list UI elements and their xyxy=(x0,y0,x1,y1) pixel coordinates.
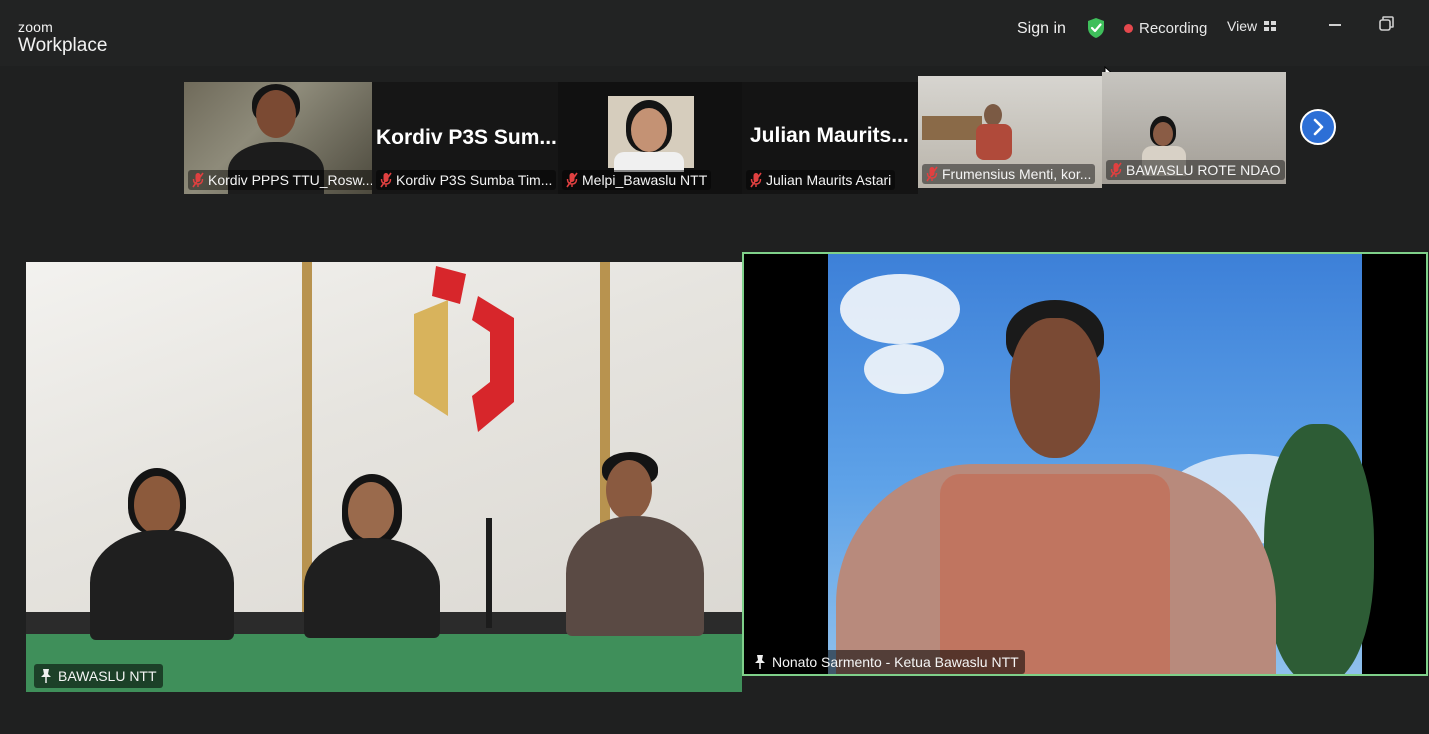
mic-muted-icon xyxy=(566,172,578,188)
participant-label: Frumensius Menti, kor... xyxy=(922,164,1096,184)
mic-muted-icon xyxy=(192,172,204,188)
bawaslu-logo xyxy=(414,266,514,432)
participant-label: Melpi_Bawaslu NTT xyxy=(562,170,712,190)
pin-icon xyxy=(41,669,51,683)
restore-icon[interactable] xyxy=(1378,14,1396,34)
participant-label: Julian Maurits Astari xyxy=(746,170,896,190)
tile-label-right: Nonato Sarmento - Ketua Bawaslu NTT xyxy=(748,650,1025,674)
recording-label: Recording xyxy=(1139,20,1208,37)
participant-thumbnail-strip: Kordiv PPPS TTU_Rosw... Kordiv P3S Sum..… xyxy=(184,72,1286,194)
participant-thumbnail[interactable]: BAWASLU ROTE NDAO xyxy=(1102,72,1286,184)
tile-name: Nonato Sarmento - Ketua Bawaslu NTT xyxy=(772,654,1019,670)
participant-thumbnail[interactable]: Melpi_Bawaslu NTT xyxy=(558,82,742,194)
chevron-right-icon xyxy=(1313,118,1324,136)
participant-label: Kordiv P3S Sumba Tim... xyxy=(376,170,557,190)
tile-name: BAWASLU NTT xyxy=(58,668,157,684)
mic-muted-icon xyxy=(380,172,392,188)
participant-thumbnail[interactable]: Kordiv PPPS TTU_Rosw... xyxy=(184,82,372,194)
participant-name-placeholder: Julian Maurits... xyxy=(750,124,909,147)
participant-label: Kordiv PPPS TTU_Rosw... xyxy=(188,170,372,190)
mic-muted-icon xyxy=(926,166,938,182)
title-bar xyxy=(0,0,1429,66)
shield-check-icon[interactable] xyxy=(1086,17,1106,39)
participant-name: Julian Maurits Astari xyxy=(766,172,892,188)
tile-label-left: BAWASLU NTT xyxy=(34,664,163,688)
mic-muted-icon xyxy=(1110,162,1122,178)
view-label: View xyxy=(1227,18,1258,34)
recording-indicator[interactable]: Recording xyxy=(1124,20,1207,37)
participant-name: Frumensius Menti, kor... xyxy=(942,166,1092,182)
participant-name: Kordiv P3S Sumba Tim... xyxy=(396,172,553,188)
brand-small: zoom xyxy=(18,19,54,35)
participant-name: BAWASLU ROTE NDAO xyxy=(1126,162,1281,178)
participant-label: BAWASLU ROTE NDAO xyxy=(1106,160,1285,180)
participant-thumbnail[interactable]: Julian Maurits... Julian Maurits Astari xyxy=(742,82,918,194)
grid-view-icon xyxy=(1264,21,1277,31)
recording-dot-icon xyxy=(1124,24,1133,33)
participant-thumbnail[interactable]: Kordiv P3S Sum... Kordiv P3S Sumba Tim..… xyxy=(372,82,558,194)
sign-in-button[interactable]: Sign in xyxy=(1017,20,1066,38)
next-page-button[interactable] xyxy=(1300,109,1336,145)
mic-muted-icon xyxy=(750,172,762,188)
view-button[interactable]: View xyxy=(1227,18,1277,34)
pin-icon xyxy=(755,655,765,669)
participant-thumbnail[interactable]: Frumensius Menti, kor... xyxy=(918,76,1102,188)
zoom-logo: zoom Workplace xyxy=(18,20,107,55)
participant-name: Kordiv PPPS TTU_Rosw... xyxy=(208,172,372,188)
video-tile-active-speaker[interactable]: Nonato Sarmento - Ketua Bawaslu NTT xyxy=(742,252,1428,676)
participant-name: Melpi_Bawaslu NTT xyxy=(582,172,708,188)
video-tile-left[interactable]: BAWASLU NTT xyxy=(26,262,742,692)
minimize-icon[interactable] xyxy=(1327,14,1345,34)
participant-name-placeholder: Kordiv P3S Sum... xyxy=(376,126,557,149)
brand-big: Workplace xyxy=(18,35,108,56)
